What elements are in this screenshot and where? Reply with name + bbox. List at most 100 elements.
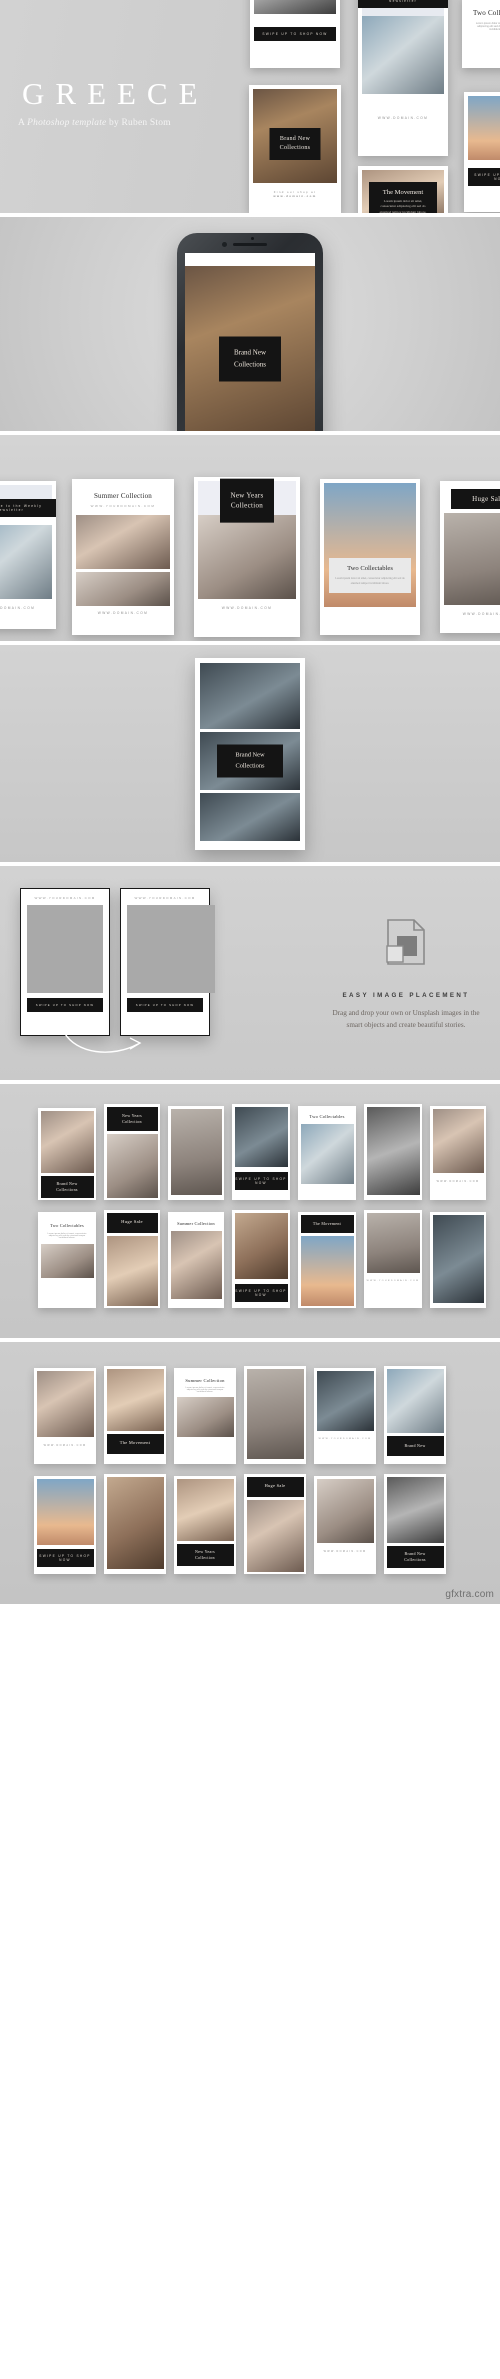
story-card[interactable]: Two Collectables Lorem ipsum dolor sit a…	[462, 0, 500, 68]
card-photo	[316, 1478, 374, 1543]
story-card[interactable]: The Movement	[104, 1366, 166, 1464]
story-card[interactable]: Summer Collection Lorem ipsum dolor sit …	[174, 1368, 236, 1464]
card-photo	[366, 1212, 420, 1273]
card-domain: WWW.DOMAIN.COM	[436, 1179, 480, 1183]
story-card[interactable]: Two Collectables Lorem ipsum dolor sit a…	[38, 1212, 96, 1308]
story-card[interactable]: WWW.YOURDOMAIN.COM	[364, 1210, 422, 1308]
story-card[interactable]: WWW.YOURDOMAIN.COM	[314, 1368, 376, 1464]
swipe-up-button[interactable]: SWIPE UP TO SHOP NOW	[127, 998, 203, 1012]
hero-subtitle-a: A	[18, 118, 28, 128]
card-photo	[234, 1106, 288, 1167]
newsletter-banner[interactable]: Subscribe to the Weekly Newsletter	[358, 0, 448, 8]
card-domain: WWW.YOURDOMAIN.COM	[366, 1279, 420, 1282]
story-card[interactable]: SWIPE UP TO SHOP NOW	[34, 1476, 96, 1574]
story-card[interactable]: SWIPE UP TO SHOP NOW	[250, 0, 340, 68]
card-photo: The Movement Lorem ipsum dolor sit amet,…	[362, 170, 444, 213]
story-card[interactable]: Summer Collection WWW.YOURDOMAIN.COM WWW…	[72, 479, 174, 635]
card-domain: WWW.YOURDOMAIN.COM	[34, 896, 96, 900]
story-card[interactable]: The Movement Lorem ipsum dolor sit amet,…	[358, 166, 448, 213]
story-card[interactable]: The Movement	[298, 1212, 356, 1308]
card-photo: New Years Collection	[198, 478, 296, 523]
overlay-line-1: New Years	[230, 491, 264, 500]
swipe-up-button[interactable]: SWIPE UP TO SHOP NOW	[254, 27, 336, 41]
swipe-up-button[interactable]: SWIPE UP TO SHOP NOW	[27, 998, 103, 1012]
sensor-icon	[222, 242, 227, 247]
overlay-title: Huge Sale	[121, 1219, 143, 1225]
story-card[interactable]	[430, 1212, 486, 1308]
swipe-up-button[interactable]: SWIPE UP TO SHOP NOW	[234, 1283, 288, 1302]
screen-top-bar	[185, 253, 315, 266]
placeholder-card[interactable]: WWW.YOURDOMAIN.COM SWIPE UP TO SHOP NOW	[20, 888, 110, 1036]
story-card[interactable]: Huge Sale	[104, 1210, 160, 1308]
card-domain: WWW.DOMAIN.COM	[43, 1443, 87, 1447]
image-placeholder[interactable]	[27, 905, 103, 993]
card-subline: Lorem ipsum dolor sit amet, consectetur …	[185, 1386, 225, 1393]
story-card[interactable]: Huge Sale	[244, 1474, 306, 1574]
swipe-up-button[interactable]: SWIPE UP TO SHOP NOW	[468, 168, 500, 186]
story-card[interactable]	[244, 1366, 306, 1464]
card-photo	[300, 1123, 354, 1184]
card-photo-tertiary	[200, 793, 300, 841]
story-card[interactable]: Brand New Collections	[38, 1108, 96, 1200]
swipe-up-button[interactable]: SWIPE UP TO SHOP NOW	[234, 1171, 288, 1190]
overlay-line-2: Collections	[56, 1186, 78, 1192]
card-body: SWIPE UP TO SHOP NOW	[464, 92, 500, 190]
story-card[interactable]: SWIPE UP TO SHOP NOW	[464, 92, 500, 212]
story-card[interactable]: Huge Sale WWW.DOMAIN.COM	[440, 481, 500, 633]
card-overlay-label: Brand New Collections	[269, 127, 321, 160]
story-card[interactable]	[364, 1104, 422, 1200]
newsletter-banner[interactable]: Subscribe to the Weekly Newsletter	[0, 499, 56, 517]
story-card[interactable]: Two Collectables	[298, 1106, 356, 1200]
card-overlay-label: Huge Sale	[451, 489, 500, 509]
story-card[interactable]: Summer Collection	[168, 1212, 224, 1308]
swipe-up-button[interactable]: SWIPE UP TO SHOP NOW	[36, 1548, 94, 1567]
overlay-line-2: Collection	[230, 501, 264, 510]
story-card[interactable]: Brand New Collections	[195, 658, 305, 850]
story-card[interactable]: Subscribe to the Weekly Newsletter WWW.D…	[358, 0, 448, 156]
card-subline: WWW.YOURDOMAIN.COM	[90, 504, 156, 508]
card-body: New Years Collection WWW.DOMAIN.COM	[194, 477, 300, 621]
story-card[interactable]: Two Collectables Lorem ipsum dolor sit a…	[320, 479, 420, 635]
story-card[interactable]	[104, 1474, 166, 1574]
card-photo	[176, 1396, 234, 1437]
card-domain: WWW.DOMAIN.COM	[0, 606, 36, 610]
overlay-title: The Movement	[312, 1220, 342, 1226]
story-card[interactable]: Subscribe to the Weekly Newsletter WWW.D…	[0, 481, 56, 629]
card-heading: Summer Collection	[93, 492, 153, 500]
story-card[interactable]: New Years Collection	[104, 1104, 160, 1200]
card-photo	[40, 1110, 94, 1173]
story-card[interactable]: Brand New Collections	[384, 1474, 446, 1574]
overlay-line-1: Brand New	[404, 1442, 426, 1448]
phone-screen[interactable]: Brand New Collections Find our shop at w…	[185, 253, 315, 431]
card-body: The Movement Lorem ipsum dolor sit amet,…	[358, 166, 448, 213]
story-card[interactable]: Brand New	[384, 1366, 446, 1464]
card-photo-secondary	[76, 572, 170, 606]
story-card[interactable]: WWW.DOMAIN.COM	[430, 1106, 486, 1200]
story-card[interactable]: WWW.DOMAIN.COM	[34, 1368, 96, 1464]
easy-image-placement-section: WWW.YOURDOMAIN.COM SWIPE UP TO SHOP NOW …	[0, 866, 500, 1080]
filled-card[interactable]: WWW.YOURDOMAIN.COM SWIPE UP TO SHOP NOW	[120, 888, 215, 1036]
overlay-line-1: Brand New	[233, 348, 267, 357]
story-card[interactable]: New Years Collection	[174, 1476, 236, 1574]
story-card[interactable]: Brand New Collections Find our shop at w…	[249, 85, 341, 213]
card-spacer	[0, 485, 52, 499]
overlay-line-2: Collections	[404, 1556, 426, 1562]
image-placement-icon	[326, 918, 486, 970]
story-card[interactable]: SWIPE UP TO SHOP NOW	[232, 1104, 290, 1200]
card-photo	[234, 1212, 288, 1279]
story-card[interactable]: WWW.DOMAIN.COM	[314, 1476, 376, 1574]
card-row: Subscribe to the Weekly Newsletter WWW.D…	[0, 455, 500, 641]
easy-body: Drag and drop your own or Unsplash image…	[332, 1009, 480, 1029]
story-card[interactable]: SWIPE UP TO SHOP NOW	[232, 1210, 290, 1308]
card-domain: WWW.DOMAIN.COM	[462, 612, 500, 616]
card-grid: WWW.DOMAIN.COM The Movement Summer Colle…	[0, 1342, 500, 1604]
card-photo-secondary	[198, 515, 296, 599]
card-overlay-label: New Years Collection	[106, 1106, 158, 1131]
story-card[interactable]: New Years Collection WWW.DOMAIN.COM	[194, 477, 300, 637]
overlay-title: Huge Sale	[472, 494, 500, 503]
card-photo	[127, 905, 215, 993]
story-card[interactable]	[168, 1106, 224, 1200]
card-photo	[362, 16, 444, 94]
overlay-line-2: Collections	[234, 360, 266, 368]
card-overlay-label: The Movement	[106, 1433, 164, 1454]
